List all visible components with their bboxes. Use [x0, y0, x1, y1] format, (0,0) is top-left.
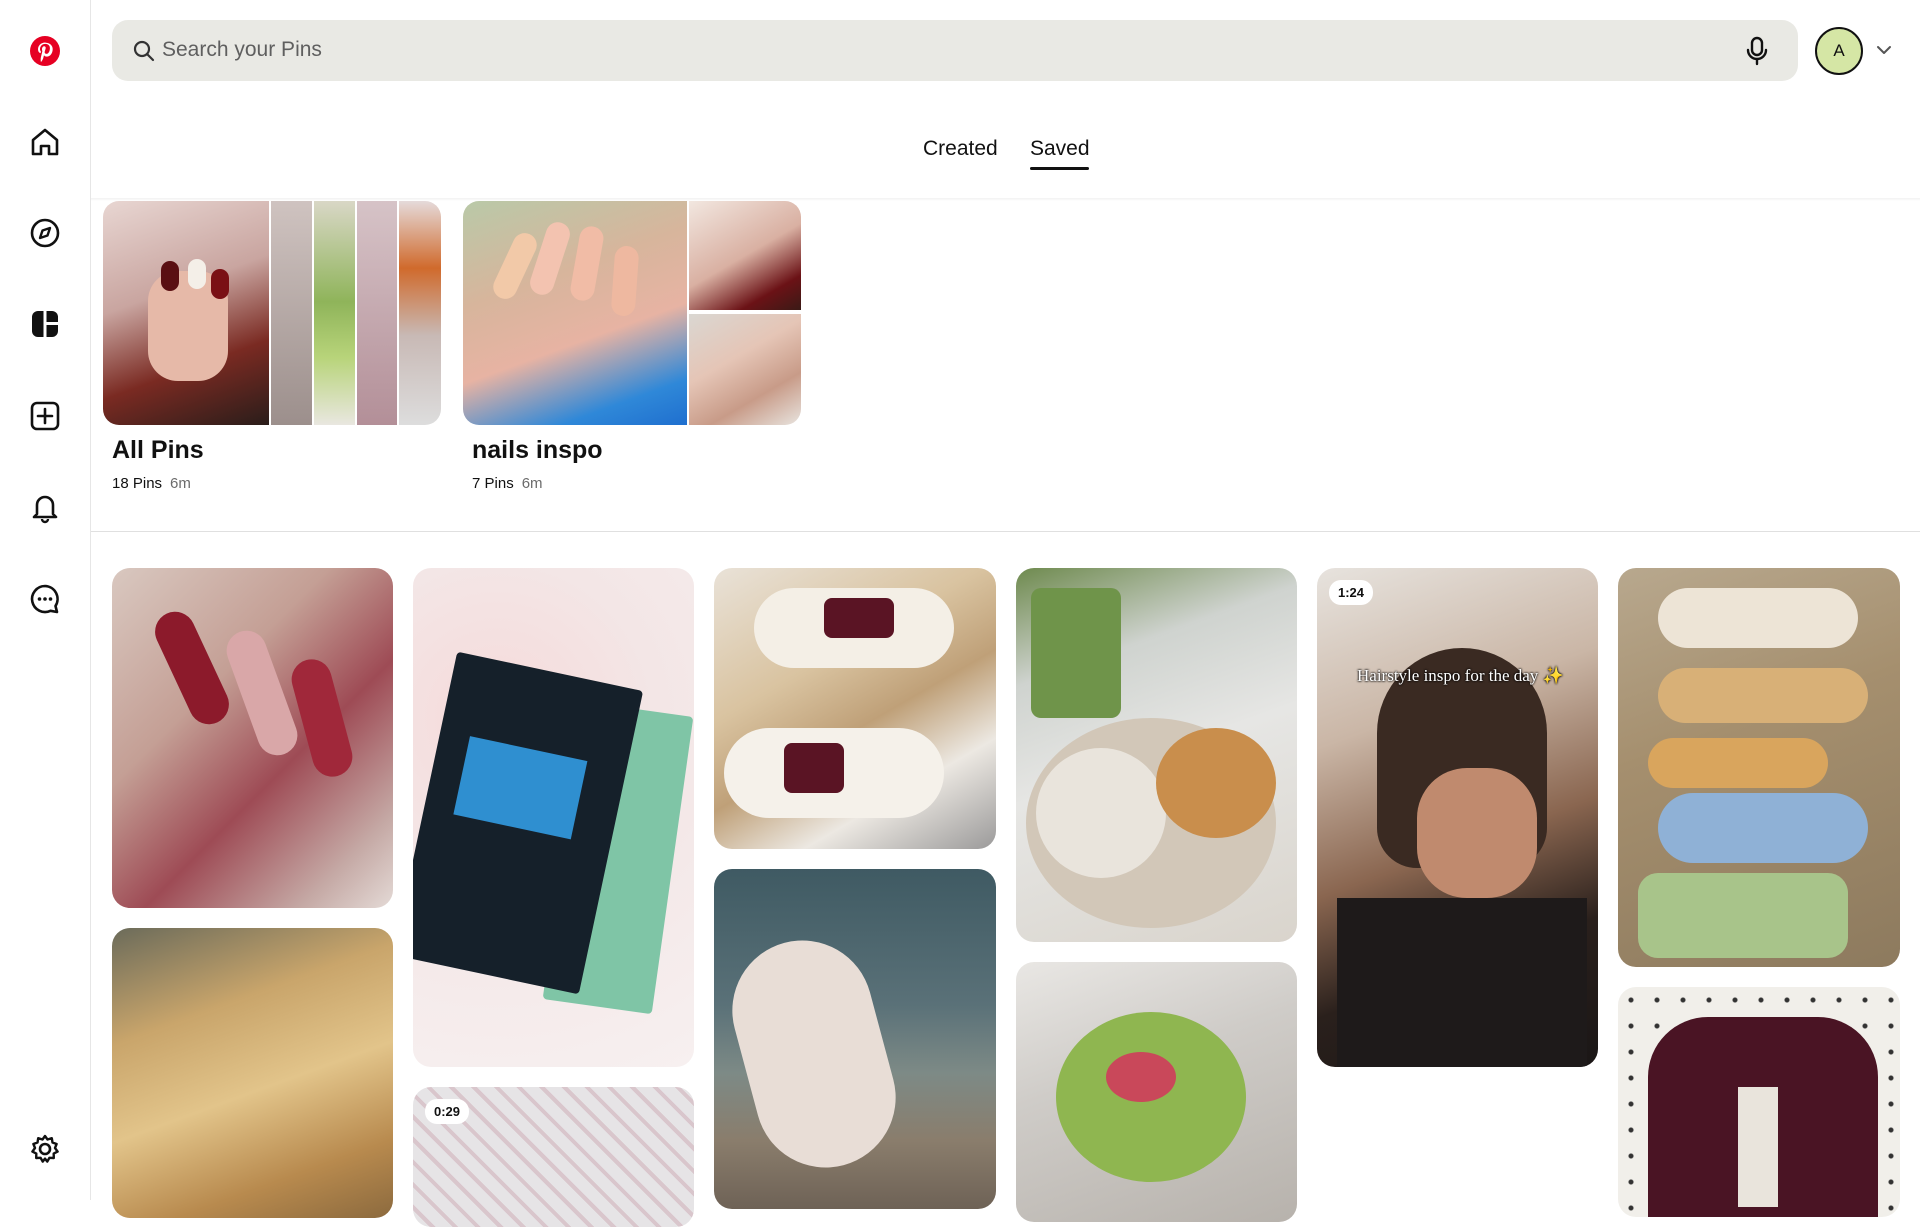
active-tab-underline — [1030, 167, 1089, 170]
pin-bow-pattern-video[interactable]: 0:29 — [413, 1087, 694, 1227]
pin-adidas-samba-box[interactable] — [714, 568, 996, 849]
board-cover-image — [314, 201, 357, 425]
avatar[interactable]: A — [1815, 27, 1863, 75]
board-cover — [463, 201, 801, 425]
pin-hairstyle-video[interactable]: 1:24 Hairstyle inspo for the day ✨ — [1317, 568, 1598, 1067]
pin-seashell-mirror[interactable] — [714, 869, 996, 1209]
boards-icon[interactable] — [22, 301, 68, 347]
compass-icon[interactable] — [22, 210, 68, 256]
board-pin-count: 18 Pins — [112, 475, 163, 492]
board-title: All Pins — [112, 436, 204, 464]
board-title: nails inspo — [472, 436, 603, 464]
pin-matcha-cookie[interactable] — [1016, 962, 1297, 1222]
pinterest-logo-icon[interactable] — [22, 28, 68, 74]
board-cover — [103, 201, 441, 425]
board-meta: 18 Pins 6m — [112, 475, 191, 492]
home-icon[interactable] — [22, 119, 68, 165]
chevron-down-icon[interactable] — [1873, 39, 1895, 61]
board-cover-image — [399, 201, 441, 425]
avatar-letter: A — [1833, 41, 1845, 60]
profile-tabs: Created Saved — [91, 133, 1920, 193]
board-nails-inspo[interactable] — [463, 201, 801, 425]
pin-nails-red-floral[interactable] — [112, 568, 393, 908]
pin-bagel-blueberries[interactable] — [1016, 568, 1297, 942]
microphone-icon[interactable] — [1740, 34, 1774, 68]
pin-book-the-finals[interactable] — [413, 568, 694, 1067]
gear-icon[interactable] — [22, 1126, 68, 1172]
video-duration-badge: 0:29 — [425, 1099, 470, 1124]
board-cover-image — [689, 201, 801, 312]
sidebar — [0, 0, 91, 1200]
pin-painted-hairbrushes[interactable] — [1618, 568, 1900, 967]
message-icon[interactable] — [22, 576, 68, 622]
create-plus-icon[interactable] — [22, 393, 68, 439]
tab-saved[interactable]: Saved — [1030, 137, 1090, 161]
board-cover-image — [103, 201, 271, 425]
board-all-pins[interactable] — [103, 201, 441, 425]
board-updated: 6m — [521, 475, 543, 492]
search-input[interactable]: Search your Pins — [162, 38, 322, 62]
board-pin-count: 7 Pins — [472, 475, 514, 492]
search-bar[interactable]: Search your Pins — [112, 20, 1798, 81]
board-meta: 7 Pins 6m — [472, 475, 543, 492]
search-icon — [133, 40, 155, 62]
board-cover-image — [271, 201, 314, 425]
tab-created[interactable]: Created — [923, 137, 998, 161]
board-updated: 6m — [170, 475, 191, 492]
bell-icon[interactable] — [22, 484, 68, 530]
board-cover-image — [689, 314, 801, 425]
board-cover-image — [463, 201, 689, 425]
board-cover-image — [357, 201, 399, 425]
pin-overlay-caption: Hairstyle inspo for the day ✨ — [1357, 666, 1564, 685]
pin-adidas-samba-burgundy[interactable] — [1618, 987, 1900, 1217]
section-divider — [91, 531, 1920, 532]
video-duration-badge: 1:24 — [1329, 580, 1374, 605]
pin-hairstyle-braid[interactable] — [112, 928, 393, 1218]
